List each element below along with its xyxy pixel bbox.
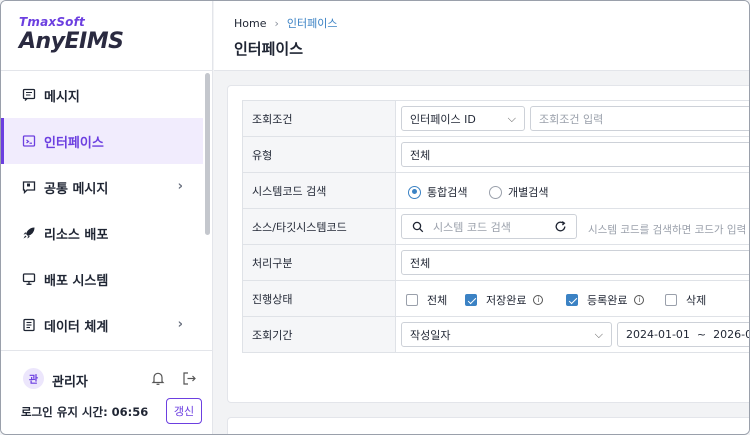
radio-label: 개별검색 — [508, 186, 549, 199]
chevron-down-icon: ⌵ — [507, 112, 516, 125]
row-status: 진행상태 전체 저장완료 i 등록완료 i 삭제 — [242, 281, 749, 317]
breadcrumb-home[interactable]: Home — [234, 17, 266, 30]
sidebar-scrollbar[interactable] — [205, 73, 210, 235]
refresh-icon[interactable] — [554, 220, 567, 233]
system-code-search-label: 시스템코드 검색 — [242, 173, 396, 208]
header: Home › 인터페이스 인터페이스 — [214, 1, 749, 71]
document-icon — [21, 317, 37, 333]
sidebar-item-label: 공통 메시지 — [44, 181, 109, 197]
sidebar-item-common-message[interactable]: 공통 메시지 › — [1, 164, 203, 210]
row-system-code-search: 시스템코드 검색 통합검색 개별검색 — [242, 173, 749, 209]
source-target-label: 소스/타깃시스템코드 — [242, 209, 396, 244]
sidebar-item-data-system[interactable]: 데이터 체계 › — [1, 302, 203, 348]
message-icon — [21, 87, 37, 103]
process-type-label: 처리구분 — [242, 245, 396, 280]
chevron-right-icon: › — [177, 179, 183, 194]
results-card — [227, 417, 749, 434]
checkbox-label: 등록완료 — [587, 294, 628, 307]
type-select-value: 전체 — [410, 148, 431, 162]
checkbox-label: 저장완료 — [486, 294, 527, 307]
checkbox-box — [665, 294, 677, 306]
radio-circle — [408, 185, 421, 199]
rocket-icon — [21, 225, 37, 241]
row-source-target: 소스/타깃시스템코드 시스템 코드 검색 시스템 코드를 검색하면 코드가 입력 — [242, 209, 749, 245]
row-condition: 조회조건 인터페이스 ID ⌵ 조회조건 입력 — [242, 101, 749, 137]
renew-button[interactable]: 갱신 — [166, 398, 202, 424]
search-card: 조회조건 인터페이스 ID ⌵ 조회조건 입력 유형 전체 시스템코드 검색 통… — [227, 85, 749, 403]
logo-product: AnyEIMS — [19, 29, 124, 54]
system-code-search-placeholder: 시스템 코드 검색 — [433, 220, 511, 234]
status-label: 진행상태 — [242, 281, 396, 316]
session-timer: 로그인 유지 시간: 06:56 — [21, 405, 149, 419]
checkbox-registered[interactable]: 등록완료 i — [566, 292, 645, 308]
checkbox-label: 전체 — [427, 294, 448, 307]
checkbox-box — [566, 294, 578, 306]
avatar: 관 — [23, 368, 44, 389]
period-label: 조회기간 — [242, 317, 396, 352]
search-icon — [412, 221, 424, 233]
info-icon[interactable]: i — [533, 295, 544, 305]
type-label: 유형 — [242, 137, 396, 172]
sidebar-item-label: 리소스 배포 — [44, 227, 109, 243]
condition-input-placeholder: 조회조건 입력 — [539, 112, 604, 126]
radio-circle — [489, 185, 502, 199]
date-range-input[interactable]: 2024-01-01 ~ 2026-03-0 — [617, 322, 749, 347]
row-process-type: 처리구분 전체 — [242, 245, 749, 281]
checkbox-box — [465, 294, 477, 306]
condition-select-value: 인터페이스 ID — [410, 112, 476, 126]
radio-individual-search[interactable]: 개별검색 — [489, 184, 548, 200]
checkbox-box — [406, 294, 418, 306]
row-type: 유형 전체 — [242, 137, 749, 173]
process-type-select[interactable]: 전체 — [401, 250, 749, 275]
search-form: 조회조건 인터페이스 ID ⌵ 조회조건 입력 유형 전체 시스템코드 검색 통… — [242, 100, 749, 353]
system-code-search-input[interactable]: 시스템 코드 검색 — [401, 214, 577, 239]
sidebar-item-label: 메시지 — [44, 89, 80, 105]
chevron-right-icon: › — [274, 16, 279, 30]
radio-label: 통합검색 — [427, 186, 468, 199]
bell-icon[interactable] — [151, 371, 165, 389]
logo[interactable]: TmaxSoft AnyEIMS — [1, 1, 212, 71]
checkbox-label: 삭제 — [686, 294, 707, 307]
info-icon[interactable]: i — [634, 295, 645, 305]
sidebar-item-resource-deploy[interactable]: 리소스 배포 — [1, 210, 203, 256]
logout-icon[interactable] — [182, 371, 197, 389]
checkbox-deleted[interactable]: 삭제 — [665, 292, 706, 308]
app-window: TmaxSoft AnyEIMS 메시지 인터페이스 공통 메시지 › 리소스 … — [0, 0, 750, 435]
process-type-select-value: 전체 — [410, 256, 431, 270]
condition-input[interactable]: 조회조건 입력 — [530, 106, 749, 131]
sidebar-item-label: 배포 시스템 — [44, 273, 109, 289]
period-type-select-value: 작성일자 — [410, 328, 451, 342]
period-type-select[interactable]: 작성일자 ⌵ — [401, 322, 612, 347]
sidebar-item-deploy-system[interactable]: 배포 시스템 — [1, 256, 203, 302]
sidebar-item-interface[interactable]: 인터페이스 — [1, 118, 203, 164]
chevron-down-icon: ⌵ — [594, 328, 603, 341]
common-message-icon — [21, 179, 37, 195]
radio-integrated-search[interactable]: 통합검색 — [408, 184, 467, 200]
row-period: 조회기간 작성일자 ⌵ 2024-01-01 ~ 2026-03-0 — [242, 317, 749, 353]
system-code-hint: 시스템 코드를 검색하면 코드가 입력 — [588, 224, 747, 236]
checkbox-all[interactable]: 전체 — [406, 292, 447, 308]
condition-select[interactable]: 인터페이스 ID ⌵ — [401, 106, 525, 131]
sidebar-item-label: 데이터 체계 — [44, 319, 109, 335]
sidebar-nav: 메시지 인터페이스 공통 메시지 › 리소스 배포 배포 시스템 데이터 체계 … — [1, 72, 203, 348]
sidebar: TmaxSoft AnyEIMS 메시지 인터페이스 공통 메시지 › 리소스 … — [1, 1, 213, 434]
condition-label: 조회조건 — [242, 101, 396, 136]
chevron-right-icon: › — [177, 317, 183, 332]
sidebar-item-message[interactable]: 메시지 — [1, 72, 203, 118]
page-title: 인터페이스 — [234, 40, 304, 58]
checkbox-saved[interactable]: 저장완료 i — [465, 292, 544, 308]
date-range-value: 2024-01-01 ~ 2026-03-0 — [626, 328, 749, 341]
monitor-icon — [21, 271, 37, 287]
type-select[interactable]: 전체 — [401, 142, 749, 167]
breadcrumb: Home › 인터페이스 — [234, 15, 338, 31]
user-name: 관리자 — [52, 375, 88, 390]
interface-icon — [21, 133, 37, 149]
user-panel: 관 관리자 로그인 유지 시간: 06:56 갱신 — [1, 350, 213, 434]
sidebar-item-label: 인터페이스 — [44, 135, 104, 151]
logo-company: TmaxSoft — [19, 15, 85, 29]
breadcrumb-current[interactable]: 인터페이스 — [287, 15, 338, 31]
